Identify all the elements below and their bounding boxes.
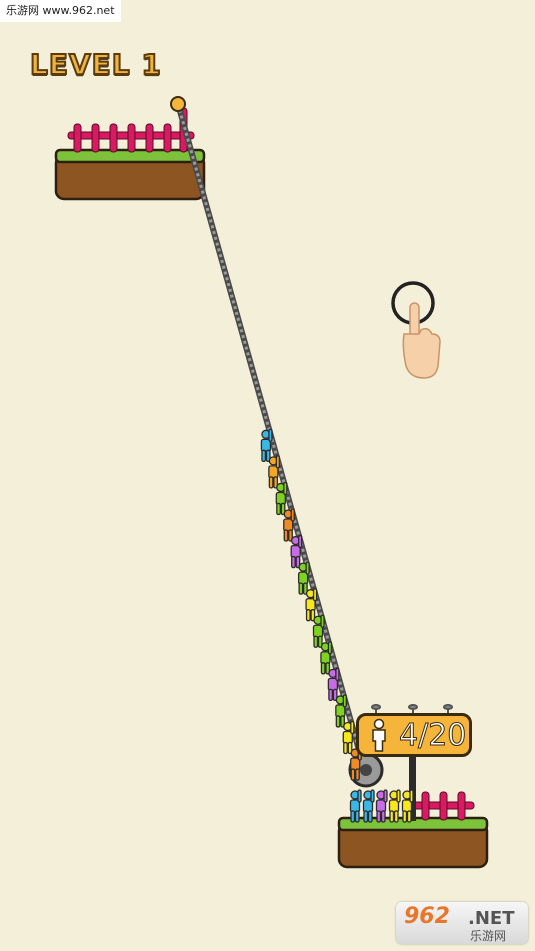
rescued-person	[388, 789, 401, 823]
rescued-person	[401, 789, 414, 823]
goal-fence	[411, 791, 475, 821]
climber	[297, 561, 310, 595]
game-scene[interactable]	[0, 0, 535, 951]
climber	[335, 694, 347, 728]
watermark-top: 乐游网 www.962.net	[0, 0, 121, 22]
climber	[327, 667, 340, 702]
goal-platform	[337, 816, 489, 869]
climber	[290, 534, 303, 569]
climbers	[260, 428, 362, 781]
start-fence	[67, 107, 195, 153]
level-title: LEVEL 1	[29, 47, 162, 82]
watermark-net: .NET	[468, 908, 515, 929]
climber	[305, 588, 318, 622]
watermark-bottom: 962 .NET 乐游网	[396, 902, 528, 944]
start-platform	[54, 148, 206, 201]
counter-value: 4/20	[398, 717, 467, 753]
climber	[342, 720, 355, 755]
person-icon	[372, 718, 386, 752]
climber	[275, 481, 288, 516]
rope-anchor-top	[170, 96, 186, 112]
climber	[260, 428, 273, 462]
climber	[312, 614, 325, 648]
tap-hint	[391, 281, 441, 379]
rescued-person	[349, 789, 362, 823]
rescued-person	[362, 789, 375, 823]
rescued-person	[375, 789, 388, 823]
tap-hand-icon	[402, 302, 441, 379]
watermark-cn: 乐游网	[470, 929, 507, 943]
rescue-counter: 4/20	[356, 713, 472, 757]
watermark-brand: 962	[404, 904, 450, 929]
climber	[283, 508, 295, 542]
climber	[268, 455, 281, 489]
climber	[320, 641, 333, 675]
